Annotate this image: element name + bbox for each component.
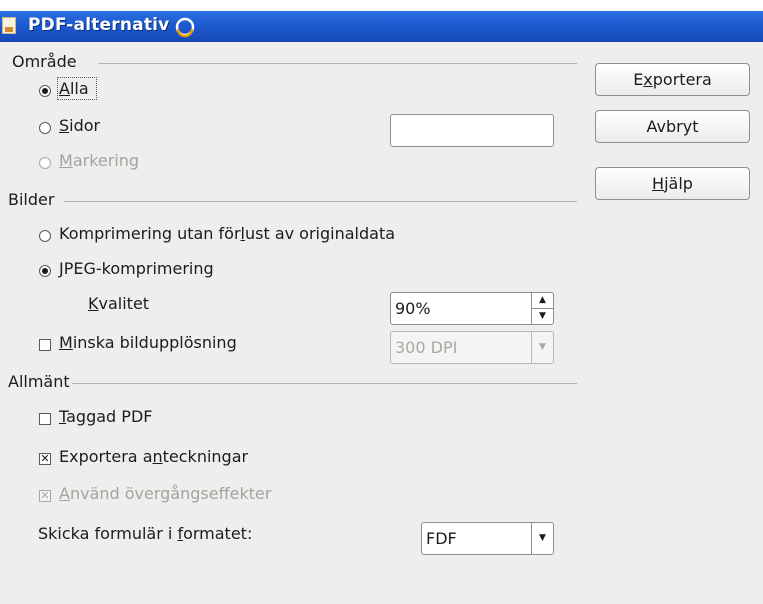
export-label-part: portera xyxy=(652,70,712,89)
spin-down-icon[interactable]: ▼ xyxy=(532,308,553,324)
help-button[interactable]: Hjälp xyxy=(595,167,750,200)
radio-pages-label: idor xyxy=(69,116,101,135)
checkbox-tagged-label: aggad PDF xyxy=(66,407,153,426)
busy-spinner-icon xyxy=(175,17,195,38)
export-button[interactable]: Exportera xyxy=(595,63,750,96)
resolution-value: 300 DPI xyxy=(395,338,458,357)
submit-label-part: Skicka formulär i xyxy=(38,524,178,543)
checkbox-icon[interactable]: ✕ xyxy=(39,453,51,465)
checkbox-tagged-pdf[interactable]: Taggad PDF xyxy=(59,407,152,426)
quality-spinbox[interactable]: 90% ▲ ▼ xyxy=(390,292,554,325)
radio-jpeg[interactable]: JPEG-komprimering xyxy=(59,259,214,278)
pdf-options-dialog: Område Alla Sidor Markering Bilder Kompr… xyxy=(0,42,763,604)
submit-format-label: Skicka formulär i formatet: xyxy=(38,524,252,543)
radio-lossless[interactable]: Komprimering utan förlust av originaldat… xyxy=(59,224,395,243)
help-label-part: jälp xyxy=(664,174,693,193)
submit-format-value[interactable]: FDF xyxy=(426,529,457,548)
checkbox-notes-label-part: Exportera a xyxy=(59,447,153,466)
radio-selection-label: arkering xyxy=(72,151,140,170)
pages-input[interactable] xyxy=(390,114,554,147)
section-heading-range: Område xyxy=(12,52,77,71)
section-divider xyxy=(64,201,577,202)
resolution-select: 300 DPI ▼ xyxy=(390,331,554,364)
radio-pages[interactable]: Sidor xyxy=(59,116,100,135)
mnemonic-letter: H xyxy=(652,174,665,193)
checkbox-icon[interactable] xyxy=(39,413,51,425)
quality-value[interactable]: 90% xyxy=(395,299,431,318)
radio-icon[interactable] xyxy=(39,85,51,97)
section-divider xyxy=(99,63,577,64)
mnemonic-letter: n xyxy=(152,447,163,466)
quality-spin-buttons[interactable]: ▲ ▼ xyxy=(531,292,553,325)
checkbox-reduce-label: inska bildupplösning xyxy=(72,333,237,352)
cancel-button[interactable]: Avbryt xyxy=(595,110,750,143)
radio-icon[interactable] xyxy=(39,265,51,277)
quality-label-text: valitet xyxy=(98,294,150,313)
chevron-down-icon[interactable]: ▼ xyxy=(531,523,553,554)
checkbox-transitions-label: nvänd övergångseffekter xyxy=(69,484,272,503)
section-heading-images: Bilder xyxy=(8,190,55,209)
mnemonic-letter: M xyxy=(59,151,73,170)
radio-icon xyxy=(39,157,51,169)
radio-all[interactable]: Alla xyxy=(57,77,97,100)
window-title: PDF-alternativ xyxy=(28,15,170,35)
mnemonic-letter: S xyxy=(59,116,70,135)
checkbox-icon: ✕ xyxy=(39,489,51,502)
checkbox-export-notes[interactable]: Exportera anteckningar xyxy=(59,447,248,466)
title-bar[interactable]: PDF-alternativ xyxy=(0,11,763,42)
mnemonic-letter: M xyxy=(59,333,73,352)
submit-format-select[interactable]: FDF ▼ xyxy=(421,522,554,555)
submit-label-part: ormatet: xyxy=(183,524,253,543)
radio-lossless-label-part: Komprimering utan för xyxy=(59,224,241,243)
document-icon xyxy=(2,17,16,34)
export-label-part: E xyxy=(633,70,644,89)
window-top-edge xyxy=(0,0,763,11)
chevron-down-icon: ▼ xyxy=(531,332,553,363)
radio-icon[interactable] xyxy=(39,230,51,242)
checkbox-notes-label-part: teckningar xyxy=(162,447,249,466)
quality-label: Kvalitet xyxy=(88,294,149,313)
radio-selection: Markering xyxy=(59,151,139,170)
radio-lossless-label-part: ust av originaldata xyxy=(244,224,396,243)
section-heading-general: Allmänt xyxy=(8,372,70,391)
mnemonic-letter: x xyxy=(643,70,653,89)
section-divider xyxy=(72,383,577,384)
radio-icon[interactable] xyxy=(39,122,51,134)
checkbox-icon[interactable] xyxy=(39,339,51,351)
checkbox-reduce-resolution[interactable]: Minska bildupplösning xyxy=(59,333,237,352)
mnemonic-letter: K xyxy=(88,294,99,313)
mnemonic-letter: A xyxy=(59,484,70,503)
checkbox-transitions: Använd övergångseffekter xyxy=(59,484,271,503)
focus-indicator xyxy=(57,77,97,100)
radio-jpeg-label: PEG-komprimering xyxy=(63,259,214,278)
